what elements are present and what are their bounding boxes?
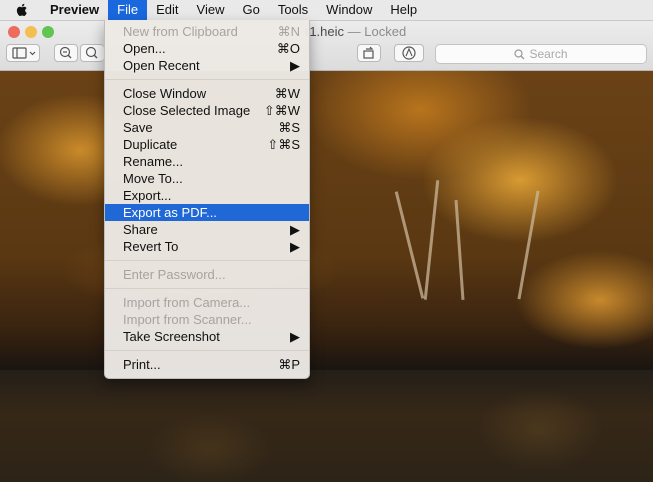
submenu-arrow-icon: ▶ — [290, 58, 300, 73]
markup-pen-icon — [402, 46, 416, 60]
menu-item-label: Export as PDF... — [123, 205, 217, 220]
menu-item-import-from-scanner[interactable]: Import from Scanner... — [105, 311, 309, 328]
menu-item-export-as-pdf[interactable]: Export as PDF... — [105, 204, 309, 221]
menu-edit[interactable]: Edit — [147, 0, 187, 20]
menu-item-new-from-clipboard[interactable]: New from Clipboard ⌘N — [105, 23, 309, 40]
menu-item-shortcut: ⌘W — [274, 86, 300, 101]
menu-item-label: Open... — [123, 41, 166, 56]
menu-item-move-to[interactable]: Move To... — [105, 170, 309, 187]
menu-item-close-window[interactable]: Close Window ⌘W — [105, 85, 309, 102]
submenu-arrow-icon: ▶ — [290, 222, 300, 237]
menu-item-take-screenshot[interactable]: Take Screenshot ▶ — [105, 328, 309, 345]
window-title: r1.heic — Locked — [305, 24, 406, 39]
menu-item-rename[interactable]: Rename... — [105, 153, 309, 170]
menu-separator — [105, 79, 309, 80]
menu-item-enter-password[interactable]: Enter Password... — [105, 266, 309, 283]
menu-tools[interactable]: Tools — [269, 0, 317, 20]
submenu-arrow-icon: ▶ — [290, 239, 300, 254]
search-icon — [514, 49, 525, 60]
menu-go[interactable]: Go — [233, 0, 268, 20]
menu-file[interactable]: File — [108, 0, 148, 20]
menu-item-shortcut: ⇧⌘W — [263, 103, 300, 118]
menu-item-label: Open Recent — [123, 58, 200, 73]
sidebar-toggle-button[interactable] — [6, 44, 40, 62]
sidebar-icon — [12, 47, 36, 59]
menu-item-export[interactable]: Export... — [105, 187, 309, 204]
menu-item-label: Close Selected Image — [123, 103, 251, 118]
menu-item-shortcut: ⌘S — [278, 120, 300, 135]
file-menu: New from Clipboard ⌘N Open... ⌘O Open Re… — [104, 20, 310, 379]
menu-item-label: Revert To — [123, 239, 179, 254]
menu-item-open-recent[interactable]: Open Recent ▶ — [105, 57, 309, 74]
menu-item-print[interactable]: Print... ⌘P — [105, 356, 309, 373]
close-window-button[interactable] — [8, 26, 20, 38]
menu-item-import-from-camera[interactable]: Import from Camera... — [105, 294, 309, 311]
zoom-out-button[interactable] — [54, 44, 78, 62]
menu-item-label: Duplicate — [123, 137, 178, 152]
menu-item-share[interactable]: Share ▶ — [105, 221, 309, 238]
menu-item-label: Enter Password... — [123, 267, 226, 282]
zoom-out-icon — [59, 46, 72, 59]
menu-item-label: Save — [123, 120, 153, 135]
rotate-icon — [363, 46, 374, 59]
menu-item-revert-to[interactable]: Revert To ▶ — [105, 238, 309, 255]
menu-separator — [105, 288, 309, 289]
menu-item-label: New from Clipboard — [123, 24, 238, 39]
menu-separator — [105, 350, 309, 351]
menu-item-label: Import from Camera... — [123, 295, 251, 310]
menu-bar: Preview File Edit View Go Tools Window H… — [0, 0, 653, 21]
menu-item-label: Close Window — [123, 86, 207, 101]
menu-item-label: Export... — [123, 188, 172, 203]
menu-preview[interactable]: Preview — [46, 0, 108, 20]
photo-water — [0, 370, 653, 482]
menu-item-open[interactable]: Open... ⌘O — [105, 40, 309, 57]
menu-item-label: Print... — [123, 357, 161, 372]
menu-view[interactable]: View — [188, 0, 234, 20]
menu-item-shortcut: ⌘O — [276, 41, 300, 56]
zoom-window-button[interactable] — [42, 26, 54, 38]
search-field[interactable]: Search — [435, 44, 647, 64]
menu-item-label: Rename... — [123, 154, 183, 169]
menu-item-save[interactable]: Save ⌘S — [105, 119, 309, 136]
menu-item-close-selected-image[interactable]: Close Selected Image ⇧⌘W — [105, 102, 309, 119]
document-name: r1.heic — [305, 24, 345, 39]
markup-button[interactable] — [394, 44, 424, 62]
minimize-window-button[interactable] — [25, 26, 37, 38]
window-toolbar: r1.heic — Locked Search — [0, 21, 653, 71]
menu-help[interactable]: Help — [381, 0, 426, 20]
menu-item-duplicate[interactable]: Duplicate ⇧⌘S — [105, 136, 309, 153]
menu-item-label: Take Screenshot — [123, 329, 220, 344]
locked-status: — Locked — [347, 24, 407, 39]
zoom-in-icon — [85, 46, 98, 59]
search-placeholder: Search — [529, 47, 568, 61]
menu-item-shortcut: ⌘N — [277, 24, 300, 39]
menu-window[interactable]: Window — [317, 0, 381, 20]
menu-item-label: Move To... — [123, 171, 183, 186]
apple-icon[interactable] — [14, 2, 30, 18]
menu-separator — [105, 260, 309, 261]
zoom-in-button[interactable] — [80, 44, 104, 62]
menu-item-label: Share — [123, 222, 158, 237]
menu-item-label: Import from Scanner... — [123, 312, 252, 327]
rotate-button[interactable] — [357, 44, 381, 62]
menu-item-shortcut: ⇧⌘S — [267, 137, 300, 152]
menu-item-shortcut: ⌘P — [278, 357, 300, 372]
submenu-arrow-icon: ▶ — [290, 329, 300, 344]
